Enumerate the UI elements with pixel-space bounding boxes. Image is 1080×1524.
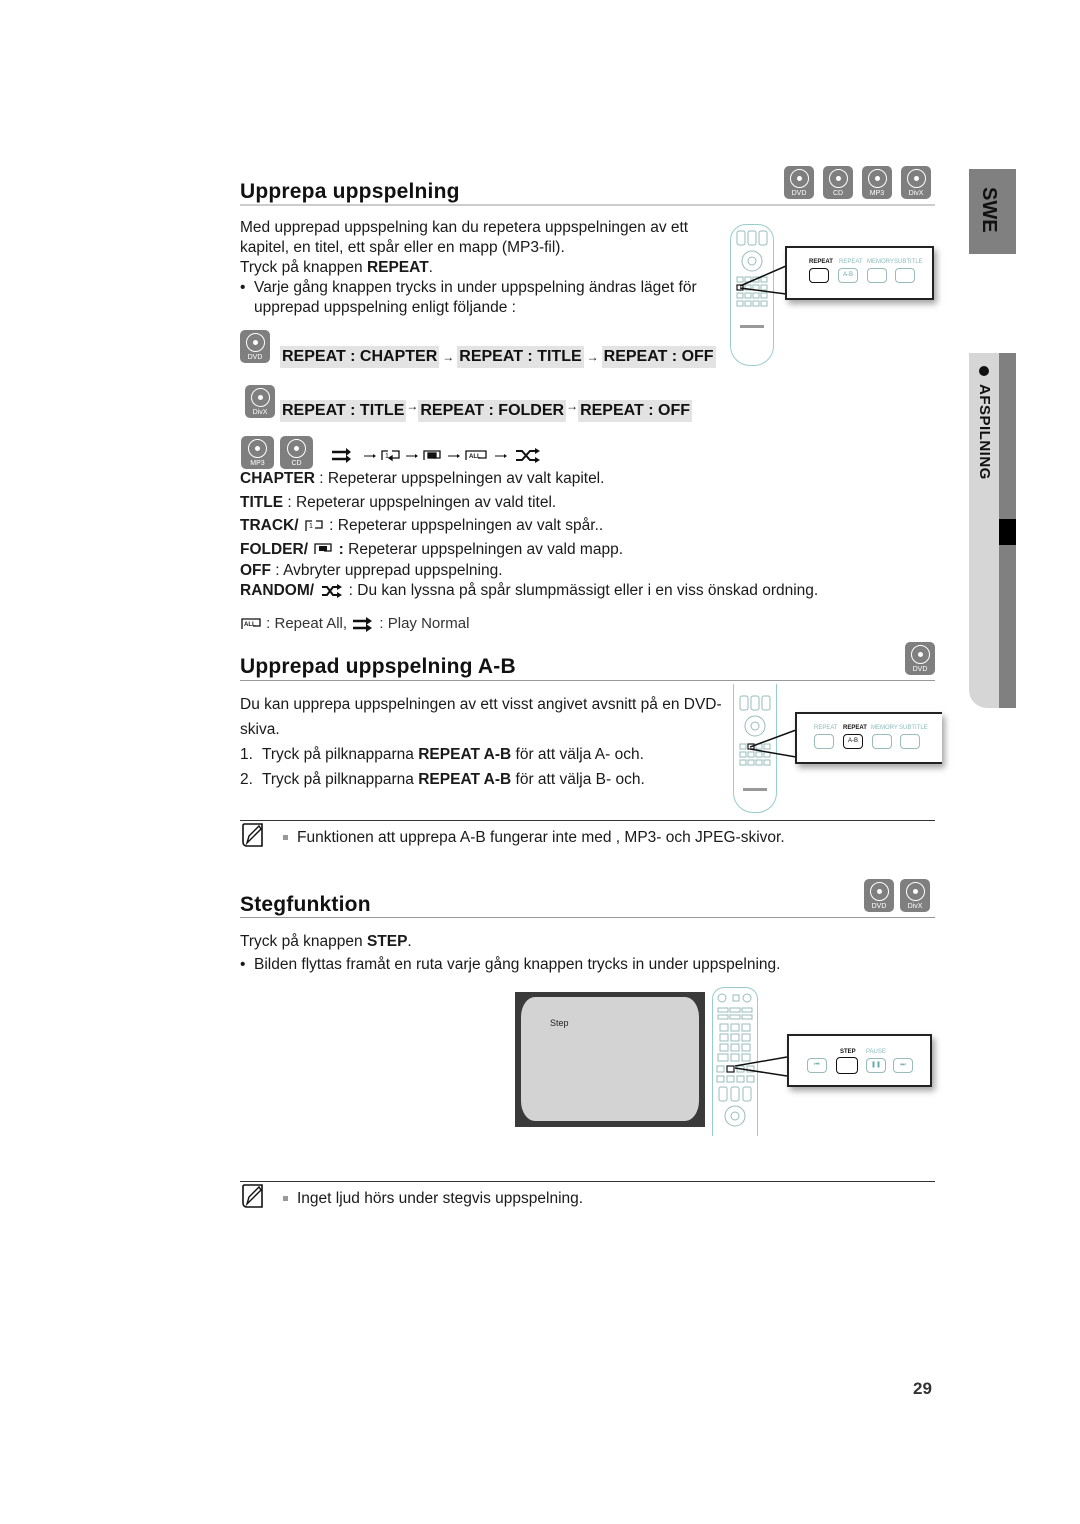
play-normal-icon xyxy=(353,617,373,633)
svg-text:1: 1 xyxy=(309,523,313,530)
chapter-tab-label: AFSPILNING xyxy=(976,384,993,480)
repeat-folder-icon xyxy=(423,450,441,460)
mode-definitions: CHAPTER : Repeterar uppspelningen av val… xyxy=(240,467,860,602)
divx-disc-icon: DivX xyxy=(900,879,930,912)
repeat-all-icon: ALL xyxy=(241,618,261,630)
divx-disc-icon: DivX xyxy=(901,166,931,199)
definition-title: TITLE : Repeterar uppspelningen av vald … xyxy=(240,493,557,511)
divx-disc-icon: DivX xyxy=(245,385,275,418)
tv-screen: Step xyxy=(515,992,705,1127)
dvd-repeat-sequence: REPEAT : CHAPTER → REPEAT : TITLE → REPEAT… xyxy=(280,346,716,368)
random-icon xyxy=(516,448,540,463)
bullet-dot xyxy=(979,366,989,376)
callout-lines xyxy=(750,729,797,758)
memory-button xyxy=(872,734,892,749)
repeat-ab-button: A-B xyxy=(843,734,863,749)
repeat-button xyxy=(809,268,829,283)
chapter-tab-marker xyxy=(999,519,1016,545)
dvd-disc-icon: DVD xyxy=(240,330,270,363)
arrow-icon xyxy=(448,454,460,458)
section-divider xyxy=(240,680,935,681)
dvd-disc-icon: DVD xyxy=(864,879,894,912)
definition-random: RANDOM/ : Du kan lyssna på spår slumpmäs… xyxy=(240,582,819,599)
remote-callout-repeat: REPEAT REPEAT MEMORY SUBTITLE A-B xyxy=(785,246,934,300)
disc-badges: DVD DivX xyxy=(864,879,930,912)
callout-lines xyxy=(740,265,787,295)
note-divider xyxy=(240,820,935,821)
dvd-disc-icon: DVD xyxy=(784,166,814,199)
note-step: Inget ljud hörs under stegvis uppspelnin… xyxy=(283,1190,583,1208)
section-title-step: Stegfunktion xyxy=(240,893,371,916)
tv-display xyxy=(521,997,699,1121)
section-divider xyxy=(240,204,935,206)
arrow-icon xyxy=(364,454,376,458)
page-number: 29 xyxy=(913,1379,932,1398)
icon-legend: ALL : Repeat All, : Play Normal xyxy=(240,614,469,634)
mp3-disc-icon: MP3 xyxy=(862,166,892,199)
callout-lines xyxy=(735,1056,788,1077)
svg-text:1: 1 xyxy=(385,453,389,460)
definition-off: OFF : Avbryter upprepad uppspelning. xyxy=(240,562,503,579)
mp3-disc-icon: MP3 xyxy=(241,436,274,469)
repeat-all-icon: ALL xyxy=(465,450,487,460)
note-divider xyxy=(240,1181,935,1182)
remote-callout-step: STEP PAUSE ⏮ ❚❚ ⏭ xyxy=(787,1034,932,1087)
step-instructions: Tryck på knappen STEP. • Bilden flyttas f… xyxy=(240,933,781,973)
cd-disc-icon: CD xyxy=(823,166,853,199)
repeat-ab-button: A-B xyxy=(838,268,858,283)
arrow-icon xyxy=(406,454,418,458)
dvd-disc-icon: DVD xyxy=(905,642,935,675)
svg-text:ALL: ALL xyxy=(469,454,481,460)
subtitle-button xyxy=(900,734,920,749)
section-divider xyxy=(240,917,935,918)
definition-track: TRACK/ 1 : Repeterar uppspelningen av va… xyxy=(240,517,604,534)
disc-badges: DVD CD MP3 DivX xyxy=(784,166,931,199)
repeat-button xyxy=(814,734,834,749)
intro-text: Med upprepad uppspelning kan du repetera… xyxy=(240,219,697,316)
repeat-track-icon: 1 xyxy=(305,520,323,531)
memory-button xyxy=(867,268,887,283)
mp3-cd-discs: MP3 CD xyxy=(241,436,313,469)
mp3-cd-repeat-sequence: 1 ALL xyxy=(332,448,540,463)
pause-button: ❚❚ xyxy=(866,1058,886,1073)
definition-folder: FOLDER/ : Repeterar uppspelningen av val… xyxy=(240,540,624,558)
cd-disc-icon: CD xyxy=(280,436,313,469)
subtitle-button xyxy=(895,268,915,283)
section-title-repeat-ab: Upprepad uppspelning A-B xyxy=(240,655,516,678)
play-normal-icon xyxy=(332,448,351,463)
language-tab: SWE xyxy=(969,169,1016,254)
repeat-folder-icon xyxy=(314,543,332,555)
language-tab-label: SWE xyxy=(978,187,1000,233)
ab-step-1: 1. Tryck på pilknapparna REPEAT A-B för a… xyxy=(240,746,644,763)
ab-step-2: 2. Tryck på pilknapparna REPEAT A-B för a… xyxy=(240,771,645,788)
note-ab: Funktionen att upprepa A-B fungerar inte… xyxy=(283,829,785,847)
remote-callout-repeat-ab: REPEAT REPEAT MEMORY SUBTITLE A-B xyxy=(795,712,942,764)
skip-back-button: ⏮ xyxy=(807,1058,827,1073)
arrow-icon xyxy=(495,454,507,458)
ab-intro-text: Du kan upprepa uppspelningen av ett viss… xyxy=(240,692,730,792)
skip-forward-button: ⏭ xyxy=(893,1058,913,1073)
repeat-track-icon: 1 xyxy=(381,450,400,462)
note-pencil-icon xyxy=(242,1184,263,1208)
divx-repeat-sequence: REPEAT : TITLE → REPEAT : FOLDER → REPEAT … xyxy=(280,399,692,422)
random-icon xyxy=(322,583,343,598)
definition-chapter: CHAPTER : Repeterar uppspelningen av val… xyxy=(240,470,605,487)
svg-text:ALL: ALL xyxy=(244,622,256,628)
note-pencil-icon xyxy=(242,823,263,847)
step-button xyxy=(836,1057,858,1074)
step-osd-label: Step xyxy=(550,1018,569,1028)
section-title-repeat: Upprepa uppspelning xyxy=(240,180,460,203)
